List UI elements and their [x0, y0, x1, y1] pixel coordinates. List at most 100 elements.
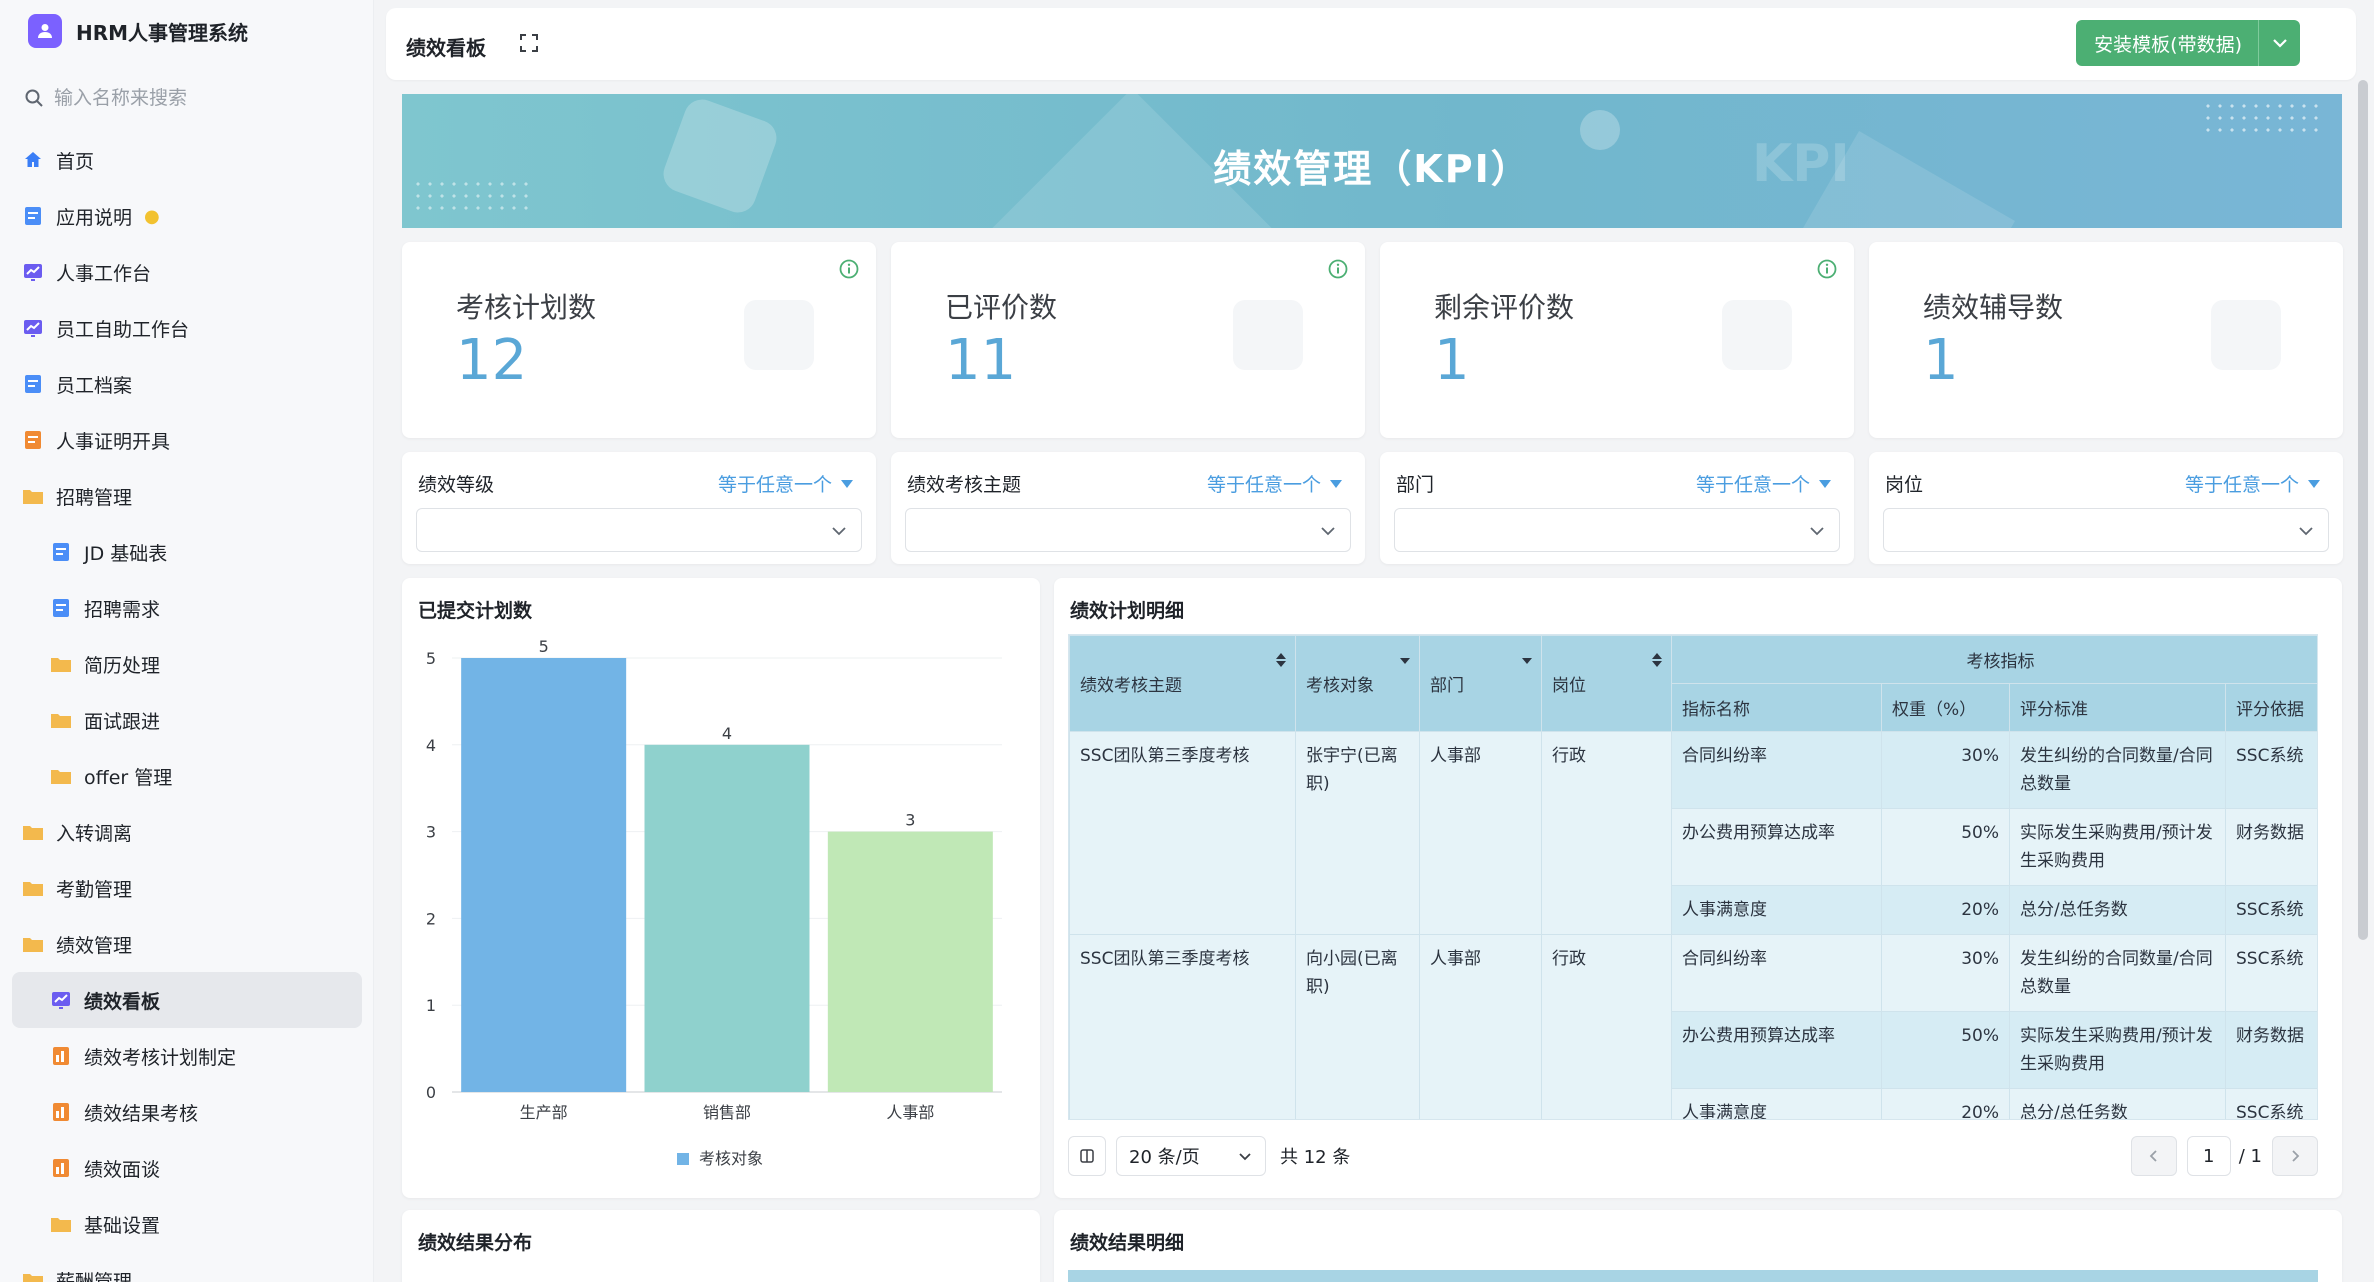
- sort-icon: [1276, 653, 1286, 667]
- next-page-button[interactable]: [2272, 1136, 2318, 1176]
- sidebar-item-app-help[interactable]: 应用说明 ●: [12, 188, 362, 244]
- y-tick-label: 0: [426, 1083, 436, 1102]
- search-icon: [25, 89, 43, 107]
- sidebar-item-self-service[interactable]: 员工自助工作台: [12, 300, 362, 356]
- sidebar-item-recruit-need[interactable]: 招聘需求: [12, 580, 362, 636]
- filter-operator-dropdown[interactable]: 等于任意一个: [718, 470, 854, 497]
- column-header-weight[interactable]: 权重（%）: [1881, 683, 2010, 732]
- cell-basis: SSC系统: [2225, 934, 2317, 1012]
- column-settings-button[interactable]: [1068, 1136, 1106, 1176]
- cell-theme: SSC团队第三季度考核: [1069, 934, 1296, 1119]
- chevron-down-icon: [2272, 39, 2287, 48]
- filter-select[interactable]: [416, 508, 862, 552]
- sidebar-item-home[interactable]: 首页: [12, 132, 362, 188]
- bar: [461, 658, 627, 1092]
- banner-dots-decoration: [2202, 100, 2322, 140]
- card-watermark-icon: [2211, 300, 2281, 370]
- sidebar-item-attendance[interactable]: 考勤管理: [12, 860, 362, 916]
- search-input[interactable]: [54, 87, 334, 109]
- prev-page-button[interactable]: [2130, 1136, 2177, 1176]
- column-header-theme[interactable]: 绩效考核主题: [1069, 635, 1296, 732]
- column-group-header: 考核指标: [1671, 635, 2317, 684]
- sidebar-item-hr-workbench[interactable]: 人事工作台: [12, 244, 362, 300]
- cell-standard: 发生纠纷的合同数量/合同总数量: [2009, 934, 2226, 1012]
- y-tick-label: 4: [426, 736, 436, 755]
- sidebar-item-offer[interactable]: offer 管理: [12, 748, 362, 804]
- sidebar-item-label: 招聘需求: [84, 598, 161, 621]
- filter-label: 绩效等级: [418, 474, 495, 496]
- brand[interactable]: HRM人事管理系统: [28, 14, 248, 48]
- caret-down-icon: [1400, 658, 1410, 664]
- sidebar-item-performance[interactable]: 绩效管理: [12, 916, 362, 972]
- card-watermark-icon: [1722, 300, 1792, 370]
- column-header-kpi-name[interactable]: 指标名称: [1671, 683, 1882, 732]
- filter-select[interactable]: [1883, 508, 2329, 552]
- kpi-label: 剩余评价数: [1434, 291, 1575, 324]
- kpi-label: 考核计划数: [456, 291, 597, 324]
- table-row[interactable]: SSC团队第三季度考核 向小园(已离职) 人事部 行政 合同纠纷率 30% 发生…: [1069, 934, 2317, 1119]
- sidebar-item-perf-interview[interactable]: 绩效面谈: [12, 1140, 362, 1196]
- filter-operator-dropdown[interactable]: 等于任意一个: [2185, 470, 2321, 497]
- info-icon[interactable]: [1816, 258, 1838, 280]
- cell-kpi-name: 办公费用预算达成率: [1671, 1011, 1882, 1089]
- sidebar-nav: 首页 应用说明 ● 人事工作台 员工自助工作台 员工档案 人事证明开具 招聘管理: [12, 132, 362, 1282]
- filter-select[interactable]: [1394, 508, 1840, 552]
- sidebar-search[interactable]: [24, 78, 354, 118]
- cell-standard: 发生纠纷的合同数量/合同总数量: [2009, 731, 2226, 809]
- info-icon[interactable]: [1327, 258, 1349, 280]
- sidebar-item-salary[interactable]: 薪酬管理: [12, 1252, 362, 1282]
- filter-operator-dropdown[interactable]: 等于任意一个: [1207, 470, 1343, 497]
- sidebar-item-base-settings[interactable]: 基础设置: [12, 1196, 362, 1252]
- cell-basis: 财务数据: [2225, 1011, 2317, 1089]
- filter-operator-dropdown[interactable]: 等于任意一个: [1696, 470, 1832, 497]
- plan-detail-card: 绩效计划明细 绩效考核主题 考核对象 部门 岗位 考核指标 指标名称 权重（%）…: [1054, 578, 2342, 1198]
- sidebar-item-label: 人事工作台: [56, 262, 152, 285]
- sidebar-item-employee-files[interactable]: 员工档案: [12, 356, 362, 412]
- sidebar-item-recruitment[interactable]: 招聘管理: [12, 468, 362, 524]
- column-header-basis[interactable]: 评分依据: [2225, 683, 2317, 732]
- column-header-post[interactable]: 岗位: [1541, 635, 1672, 732]
- column-header-target[interactable]: 考核对象: [1295, 635, 1420, 732]
- sidebar-item-interview[interactable]: 面试跟进: [12, 692, 362, 748]
- sidebar-item-perf-result[interactable]: 绩效结果考核: [12, 1084, 362, 1140]
- cell-post: 行政: [1541, 731, 1672, 935]
- sidebar-item-perf-board[interactable]: 绩效看板: [12, 972, 362, 1028]
- column-header-dept[interactable]: 部门: [1419, 635, 1542, 732]
- sidebar-item-label: 人事证明开具: [56, 430, 171, 453]
- page-size-select[interactable]: 20 条/页: [1116, 1136, 1266, 1176]
- sidebar-item-label: 绩效结果考核: [84, 1102, 199, 1125]
- install-dropdown-button[interactable]: [2258, 20, 2300, 66]
- page-number-input[interactable]: 1: [2186, 1136, 2231, 1176]
- form-icon: [50, 1157, 72, 1179]
- sidebar-item-jd[interactable]: JD 基础表: [12, 524, 362, 580]
- filter-select[interactable]: [905, 508, 1351, 552]
- filter-operator-label: 等于任意一个: [1695, 474, 1810, 496]
- sidebar-item-perf-plan[interactable]: 绩效考核计划制定: [12, 1028, 362, 1084]
- install-template-button[interactable]: 安装模板(带数据): [2076, 20, 2260, 66]
- page-scrollbar[interactable]: [2358, 80, 2368, 940]
- table-row[interactable]: SSC团队第三季度考核 张宇宁(已离职) 人事部 行政 合同纠纷率 30% 发生…: [1069, 731, 2317, 935]
- folder-icon: [50, 653, 72, 675]
- sidebar-item-resume[interactable]: 简历处理: [12, 636, 362, 692]
- sidebar-item-label: 员工自助工作台: [56, 318, 190, 341]
- cell-weight: 50%: [1881, 808, 2010, 886]
- cell-basis: SSC系统: [2225, 731, 2317, 809]
- card-watermark-icon: [744, 300, 814, 370]
- sidebar-item-transfer[interactable]: 入转调离: [12, 804, 362, 860]
- kpi-label: 已评价数: [945, 291, 1058, 324]
- top-bar: 绩效看板 安装模板(带数据): [386, 8, 2356, 80]
- fullscreen-icon[interactable]: [518, 32, 544, 58]
- sidebar-item-label: 入转调离: [56, 822, 133, 845]
- column-header-standard[interactable]: 评分标准: [2009, 683, 2226, 732]
- sidebar-item-certificate[interactable]: 人事证明开具: [12, 412, 362, 468]
- y-tick-label: 2: [426, 909, 436, 928]
- chart-board-icon: [22, 317, 44, 339]
- home-icon: [22, 149, 44, 171]
- info-icon[interactable]: [838, 258, 860, 280]
- plan-table-container[interactable]: 绩效考核主题 考核对象 部门 岗位 考核指标 指标名称 权重（%） 评分标准 评…: [1068, 634, 2318, 1120]
- filter-label: 部门: [1396, 474, 1435, 496]
- sidebar-item-label: 招聘管理: [56, 486, 133, 509]
- sidebar-item-label: 绩效管理: [56, 934, 133, 957]
- card-watermark-icon: [1233, 300, 1303, 370]
- chart-title: 已提交计划数: [418, 600, 533, 622]
